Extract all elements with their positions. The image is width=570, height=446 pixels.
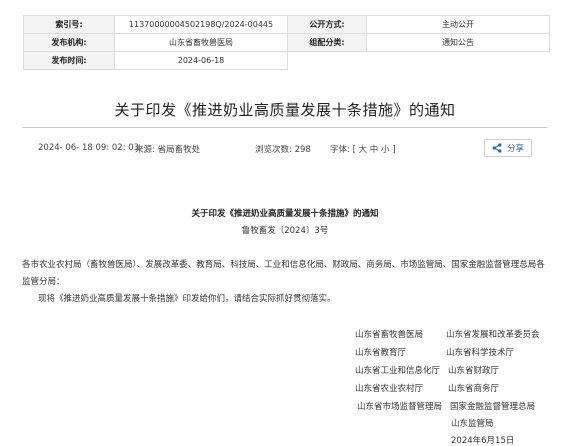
signatory: 山东省教育厅 xyxy=(355,348,407,358)
metadata-row: 发布时间: 2024-06-18 xyxy=(23,51,550,70)
share-label: 分享 xyxy=(506,144,524,154)
page-title: 关于印发《推进奶业高质量发展十条措施》的通知 xyxy=(114,101,456,119)
signatory: 山东省市场监督管理局 xyxy=(357,402,443,412)
signatory: 山东省财政厅 xyxy=(448,366,500,376)
metadata-row: 索引号: 11370000004502198Q/2024-00445 公开方式:… xyxy=(23,15,550,34)
open-mode-label: 公开方式: xyxy=(287,15,367,34)
category-label: 组配分类: xyxy=(287,33,367,52)
signatory: 山东省工业和信息化厅 xyxy=(355,366,441,376)
recipients-paragraph: 各市农业农村局（畜牧兽医局）、发展改革委、教育局、科技局、工业和信息化局、财政局… xyxy=(22,260,545,287)
open-mode-value: 主动公开 xyxy=(366,15,550,34)
issuer-label: 发布机构: xyxy=(23,33,115,52)
publish-date-value: 2024-06-18 xyxy=(114,51,288,70)
title-divider xyxy=(22,127,547,128)
index-value: 11370000004502198Q/2024-00445 xyxy=(114,15,288,34)
share-button[interactable]: 分享 xyxy=(484,139,532,157)
signatory: 山东监管局 xyxy=(451,419,494,429)
publish-date-label: 发布时间: xyxy=(23,51,115,70)
font-size-control[interactable]: 字体: [ 大 中 小 ] xyxy=(330,143,396,155)
signatory: 国家金融监督管理总局 xyxy=(450,402,536,412)
document-title: 关于印发《推进奶业高质量发展十条措施》的通知 xyxy=(191,209,379,219)
issuer-value: 山东省畜牧兽医局 xyxy=(114,33,288,52)
signatory: 山东省发展和改革委员会 xyxy=(446,330,540,340)
publish-datetime: 2024- 06- 18 09: 02: 03 xyxy=(38,143,140,153)
metadata-row: 发布机构: 山东省畜牧兽医局 组配分类: 通知公告 xyxy=(23,33,550,52)
signatory: 山东省畜牧兽医局 xyxy=(355,330,424,340)
view-count: 浏览次数: 298 xyxy=(255,145,311,155)
metadata-table: 索引号: 11370000004502198Q/2024-00445 公开方式:… xyxy=(23,15,550,70)
body-paragraph: 现将《推进奶业高质量发展十条措施》印发给你们，请结合实际抓好贯彻落实。 xyxy=(38,294,336,304)
share-icon xyxy=(492,143,502,153)
sign-date: 2024年6月15日 xyxy=(451,436,515,446)
signatory: 山东省科学技术厅 xyxy=(446,348,515,358)
signatory: 山东省商务厅 xyxy=(448,384,500,394)
signatory: 山东省农业农村厅 xyxy=(355,384,424,394)
index-label: 索引号: xyxy=(23,15,115,34)
source-text: 来源: 省局畜牧处 xyxy=(135,145,201,155)
document-number: 鲁牧畜发〔2024〕3号 xyxy=(241,226,329,236)
category-value: 通知公告 xyxy=(366,33,550,52)
